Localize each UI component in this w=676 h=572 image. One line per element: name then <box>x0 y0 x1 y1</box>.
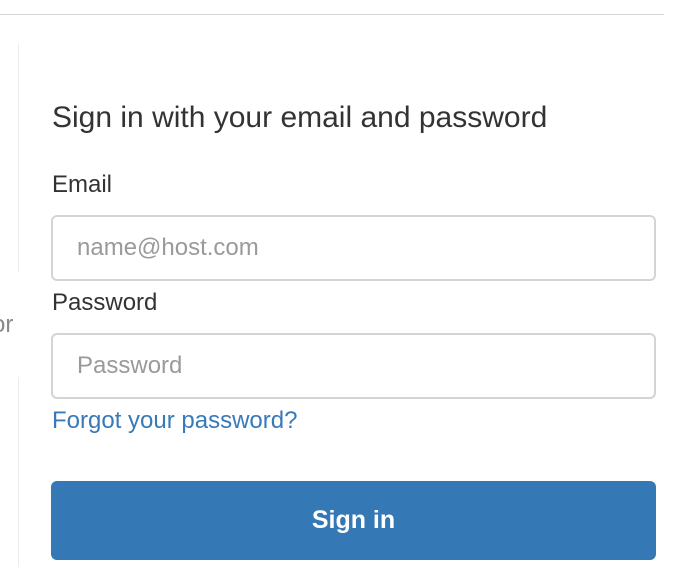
email-label: Email <box>52 171 113 198</box>
vertical-divider-lower <box>18 377 19 567</box>
form-heading: Sign in with your email and password <box>52 101 548 134</box>
forgot-password-link[interactable]: Forgot your password? <box>52 405 297 437</box>
password-label: Password <box>52 289 158 316</box>
email-field[interactable] <box>51 215 656 281</box>
or-separator: or <box>0 311 14 338</box>
sign-in-page: or Sign in with your email and password … <box>0 0 676 572</box>
sign-in-button[interactable]: Sign in <box>51 481 656 560</box>
vertical-divider-upper <box>18 44 19 272</box>
top-divider <box>0 14 664 15</box>
password-field[interactable] <box>51 333 656 399</box>
